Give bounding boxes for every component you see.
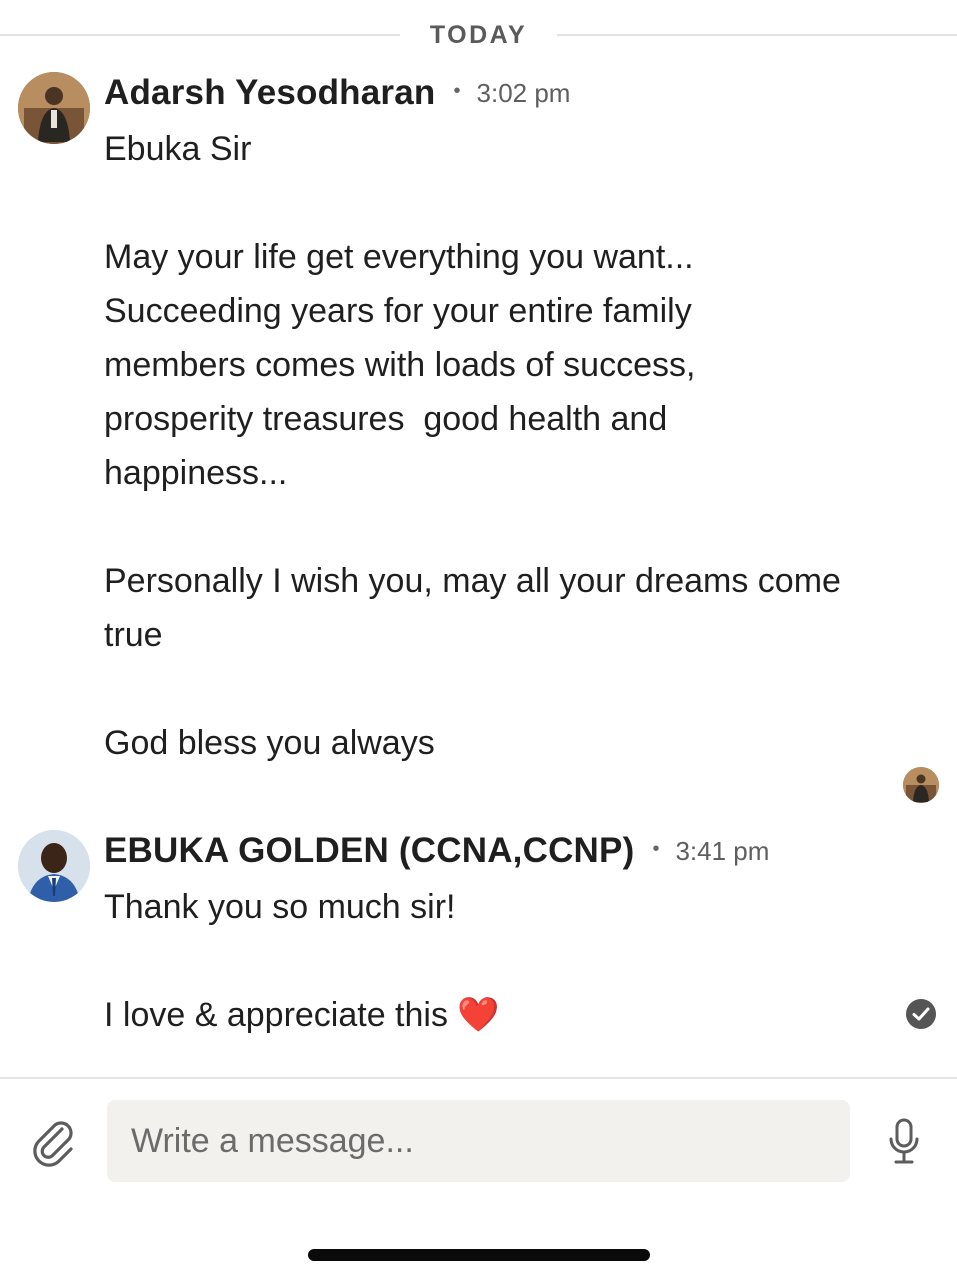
date-divider-label: TODAY (429, 21, 528, 49)
message-line: happiness... (104, 454, 288, 492)
message-line: God bless you always (104, 724, 435, 762)
separator-dot: • (652, 837, 660, 860)
message-time: 3:02 pm (476, 77, 571, 108)
message-input[interactable] (107, 1100, 850, 1182)
person-photo-icon (18, 72, 90, 144)
message-line: members comes with loads of success, (104, 346, 696, 384)
check-circle-icon (905, 998, 937, 1030)
message-time: 3:41 pm (675, 835, 770, 866)
sender-name[interactable]: EBUKA GOLDEN (CCNA,CCNP) (104, 831, 634, 871)
message-line (104, 934, 924, 988)
message-header: Adarsh Yesodharan • 3:02 pm (104, 70, 570, 116)
message-line: Ebuka Sir (104, 130, 252, 168)
message-line: prosperity treasures good health and (104, 400, 668, 438)
avatar[interactable] (18, 830, 90, 902)
microphone-icon (889, 1118, 919, 1164)
message-header: EBUKA GOLDEN (CCNA,CCNP) • 3:41 pm (104, 828, 769, 874)
attach-button[interactable] (28, 1116, 80, 1168)
composer-divider (0, 1077, 957, 1079)
avatar[interactable] (18, 72, 90, 144)
seen-by-avatar (903, 767, 939, 803)
divider-line-left (0, 34, 400, 36)
message-body: Ebuka Sir May your life get everything y… (104, 122, 924, 770)
message-body: Thank you so much sir! I love & apprecia… (104, 880, 924, 1042)
separator-dot: • (453, 79, 461, 102)
date-divider: TODAY (0, 18, 957, 52)
message-line (104, 176, 924, 230)
person-photo-icon (903, 767, 939, 803)
divider-line-right (557, 34, 957, 36)
message-line: Thank you so much sir! (104, 888, 456, 926)
message-line (104, 662, 924, 716)
person-photo-icon (18, 830, 90, 902)
message-line: I love & appreciate this ❤️ (104, 996, 500, 1034)
message-line: true (104, 616, 163, 654)
message-line: Personally I wish you, may all your drea… (104, 562, 841, 600)
microphone-button[interactable] (882, 1114, 926, 1170)
messaging-thread: TODAY Adarsh Yesodharan • 3:02 pm Ebuka … (0, 0, 957, 1280)
message-line (104, 500, 924, 554)
paperclip-icon (33, 1121, 73, 1167)
message-line: May your life get everything you want... (104, 238, 694, 276)
sender-name[interactable]: Adarsh Yesodharan (104, 73, 436, 113)
message-line: Succeeding years for your entire family (104, 292, 692, 330)
home-indicator[interactable] (308, 1249, 650, 1261)
